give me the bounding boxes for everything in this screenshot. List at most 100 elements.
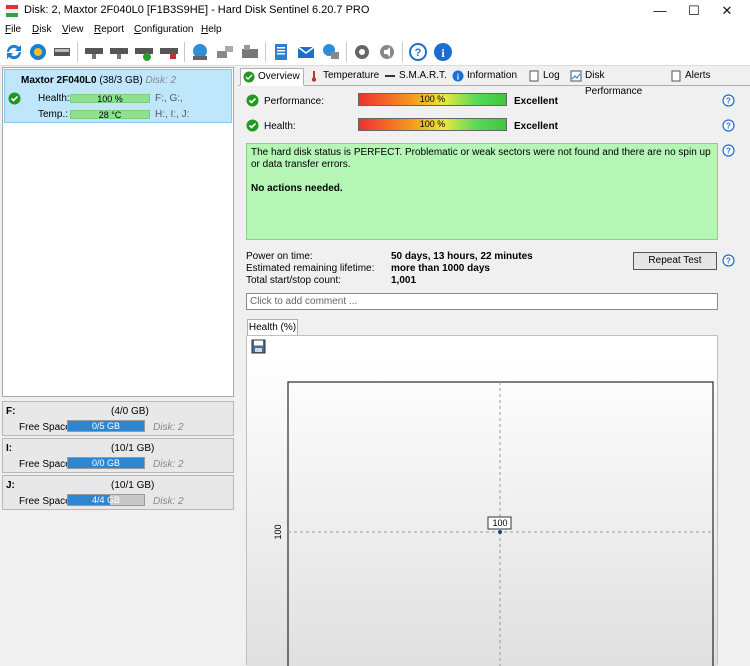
volume-letter: J: (6, 480, 15, 491)
volume-disk: Disk: 2 (153, 422, 184, 433)
speaker-icon[interactable] (376, 41, 398, 63)
volume-disk: Disk: 2 (153, 459, 184, 470)
disk-write-icon[interactable] (158, 41, 180, 63)
data-point (498, 530, 502, 534)
power-on-label: Power on time: (246, 251, 313, 262)
tab-smart[interactable]: S.M.A.R.T. (382, 68, 448, 86)
volume-letter: I: (6, 443, 13, 454)
health-bar: 100 % (358, 118, 507, 131)
status-action: No actions needed. (251, 183, 343, 194)
tab-log[interactable]: Log (526, 68, 564, 86)
performance-rating: Excellent (514, 96, 558, 107)
tab-bar: Overview Temperature S.M.A.R.T. i Inform… (238, 67, 750, 97)
disk-star-icon[interactable] (27, 41, 49, 63)
volume-f[interactable]: F: (4/0 GB) Free Space 0/5 GB Disk: 2 (2, 401, 234, 436)
temp-label: Temp.: (38, 109, 69, 120)
disk-name: Maxtor 2F040L0 (38/3 GB) Disk: 2 (21, 75, 177, 86)
globe-icon[interactable] (189, 41, 211, 63)
toolbar-separator (402, 42, 403, 62)
volume-j[interactable]: J: (10/1 GB) Free Space 4/4 GB Disk: 2 (2, 475, 234, 510)
health-drives: F:, G:, (155, 93, 183, 104)
lifetime-label: Estimated remaining lifetime: (246, 263, 375, 274)
tab-overview[interactable]: Overview (240, 68, 304, 86)
mail-icon[interactable] (295, 41, 317, 63)
menu-report[interactable]: Report (94, 24, 124, 35)
svg-text:?: ? (415, 47, 422, 59)
document-icon (671, 70, 681, 82)
free-space-bar: 0/5 GB (67, 420, 145, 432)
temp-bar: 28 °C (70, 110, 150, 120)
menu-help[interactable]: Help (201, 24, 222, 35)
refresh-icon[interactable] (3, 41, 25, 63)
free-space-value: 0/0 GB (91, 458, 120, 468)
svg-text:?: ? (726, 122, 731, 131)
tab-disk-performance[interactable]: Disk Performance (568, 68, 664, 97)
help-icon[interactable]: ? (722, 254, 735, 267)
status-text: The hard disk status is PERFECT. Problem… (251, 147, 711, 170)
help-icon[interactable]: ? (722, 119, 735, 132)
help-icon[interactable]: ? (722, 144, 735, 157)
power-on-value: 50 days, 13 hours, 22 minutes (391, 251, 533, 262)
ok-icon (243, 71, 255, 83)
disk-test-icon[interactable] (83, 41, 105, 63)
startstop-value: 1,001 (391, 275, 417, 286)
title-bar: Disk: 2, Maxtor 2F040L0 [F1B3S9HE] - Har… (0, 0, 750, 22)
document-icon (529, 70, 539, 82)
menu-disk[interactable]: Disk (32, 24, 51, 35)
right-panel: Overview Temperature S.M.A.R.T. i Inform… (238, 67, 750, 666)
lifetime-value: more than 1000 days (391, 263, 490, 274)
info-icon[interactable]: i (432, 41, 454, 63)
volume-disk: Disk: 2 (153, 496, 184, 507)
disk-entry[interactable]: Maxtor 2F040L0 (38/3 GB) Disk: 2 Health:… (4, 69, 232, 123)
free-space-label: Free Space (19, 422, 71, 433)
tab-alerts[interactable]: Alerts (668, 68, 718, 86)
data-label: 100 (492, 518, 507, 528)
health-label: Health: (38, 93, 70, 104)
disk-test-icon[interactable] (108, 41, 130, 63)
thermometer-icon (311, 71, 317, 82)
free-space-value: 4/4 GB (91, 495, 120, 505)
volume-i[interactable]: I: (10/1 GB) Free Space 0/0 GB Disk: 2 (2, 438, 234, 473)
free-space-label: Free Space (19, 459, 71, 470)
volume-size: (4/0 GB) (111, 406, 149, 417)
toolbar: ? i (0, 38, 750, 66)
menu-file[interactable]: File (5, 24, 21, 35)
svg-text:?: ? (726, 147, 731, 156)
comment-input[interactable]: Click to add comment ... (246, 293, 718, 310)
toolbar-separator (77, 42, 78, 62)
gear-icon[interactable] (351, 41, 373, 63)
help-icon[interactable]: ? (407, 41, 429, 63)
disk-ok-icon[interactable] (133, 41, 155, 63)
drive-icon[interactable] (239, 41, 261, 63)
window-title: Disk: 2, Maxtor 2F040L0 [F1B3S9HE] - Har… (24, 4, 370, 16)
temp-drives: H:, I:, J: (155, 109, 190, 120)
toolbar-separator (346, 42, 347, 62)
health-label: Health: (264, 121, 296, 132)
performance-label: Performance: (264, 96, 325, 107)
chart-icon (570, 70, 582, 82)
help-icon[interactable]: ? (722, 94, 735, 107)
left-panel: Maxtor 2F040L0 (38/3 GB) Disk: 2 Health:… (0, 67, 236, 665)
clipboard-icon[interactable] (270, 41, 292, 63)
toolbar-separator (265, 42, 266, 62)
repeat-test-button[interactable]: Repeat Test (633, 252, 717, 270)
health-chart-area: 100 100 (246, 335, 718, 666)
network-icon[interactable] (214, 41, 236, 63)
menu-view[interactable]: View (62, 24, 84, 35)
health-bar: 100 % (70, 94, 150, 104)
menu-configuration[interactable]: Configuration (134, 24, 194, 35)
disk-icon[interactable] (51, 41, 73, 63)
upload-icon[interactable] (320, 41, 342, 63)
tab-information[interactable]: i Information (450, 68, 522, 86)
health-rating: Excellent (514, 121, 558, 132)
volume-letter: F: (6, 406, 16, 417)
app-icon (6, 5, 18, 17)
free-space-bar: 0/0 GB (67, 457, 145, 469)
performance-bar: 100 % (358, 93, 507, 106)
svg-text:?: ? (726, 257, 731, 266)
close-button[interactable]: ✕ (704, 0, 750, 22)
svg-text:?: ? (726, 97, 731, 106)
save-icon[interactable] (251, 339, 266, 354)
tab-temperature[interactable]: Temperature (306, 68, 380, 86)
health-chart-tab[interactable]: Health (%) (247, 319, 298, 335)
